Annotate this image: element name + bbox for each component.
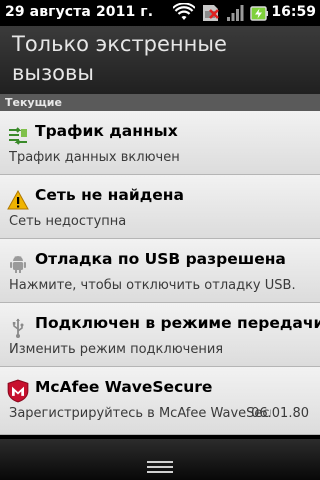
notification-subtitle: Изменить режим подключения — [9, 342, 224, 357]
signal-icon — [227, 5, 244, 21]
notification-title: Подключен в режиме передачи — [35, 314, 320, 332]
warning-icon — [7, 189, 29, 210]
notification-usb-mode[interactable]: Подключен в режиме передачи Изменить реж… — [0, 303, 320, 367]
mcafee-icon — [7, 379, 29, 403]
notification-title: Отладка по USB разрешена — [35, 250, 286, 268]
wifi-icon — [173, 3, 195, 20]
carrier-status-title: Только экстренные вызовы — [12, 32, 227, 85]
header: Только экстренные вызовы — [0, 26, 320, 94]
no-sim-icon — [203, 5, 219, 21]
notification-data-traffic[interactable]: Трафик данных Трафик данных включен — [0, 111, 320, 175]
android-usb-icon — [10, 256, 26, 273]
notification-title: McAfee WaveSecure — [35, 378, 213, 396]
battery-charging-icon — [250, 6, 268, 21]
status-time: 16:59 — [271, 4, 316, 20]
notification-title: Сеть не найдена — [35, 186, 184, 204]
panel-bottom-bar[interactable] — [0, 439, 320, 480]
notification-usb-debugging[interactable]: Отладка по USB разрешена Нажмите, чтобы … — [0, 239, 320, 303]
notification-subtitle: Зарегистрируйтесь в McAfee WaveSecure — [9, 406, 271, 421]
notification-subtitle: Трафик данных включен — [9, 150, 180, 165]
section-label-ongoing: Текущие — [0, 94, 320, 111]
status-bar: 29 августа 2011 г. 16:59 — [0, 0, 320, 26]
notification-subtitle: Сеть недоступна — [9, 214, 127, 229]
usb-icon — [12, 318, 24, 338]
notification-title: Трафик данных — [35, 122, 178, 140]
data-traffic-icon — [9, 127, 27, 145]
notification-mcafee[interactable]: McAfee WaveSecure Зарегистрируйтесь в Mc… — [0, 367, 320, 435]
notification-no-network[interactable]: Сеть не найдена Сеть недоступна — [0, 175, 320, 239]
notification-version: 06.01.80 — [251, 406, 309, 421]
status-date: 29 августа 2011 г. — [5, 4, 154, 20]
drag-handle-icon[interactable] — [145, 460, 175, 474]
notification-subtitle: Нажмите, чтобы отключить отладку USB. — [9, 278, 296, 293]
notification-panel: 29 августа 2011 г. 16:59 Только экстренн… — [0, 0, 320, 480]
notification-list: Трафик данных Трафик данных включен Сеть… — [0, 111, 320, 435]
